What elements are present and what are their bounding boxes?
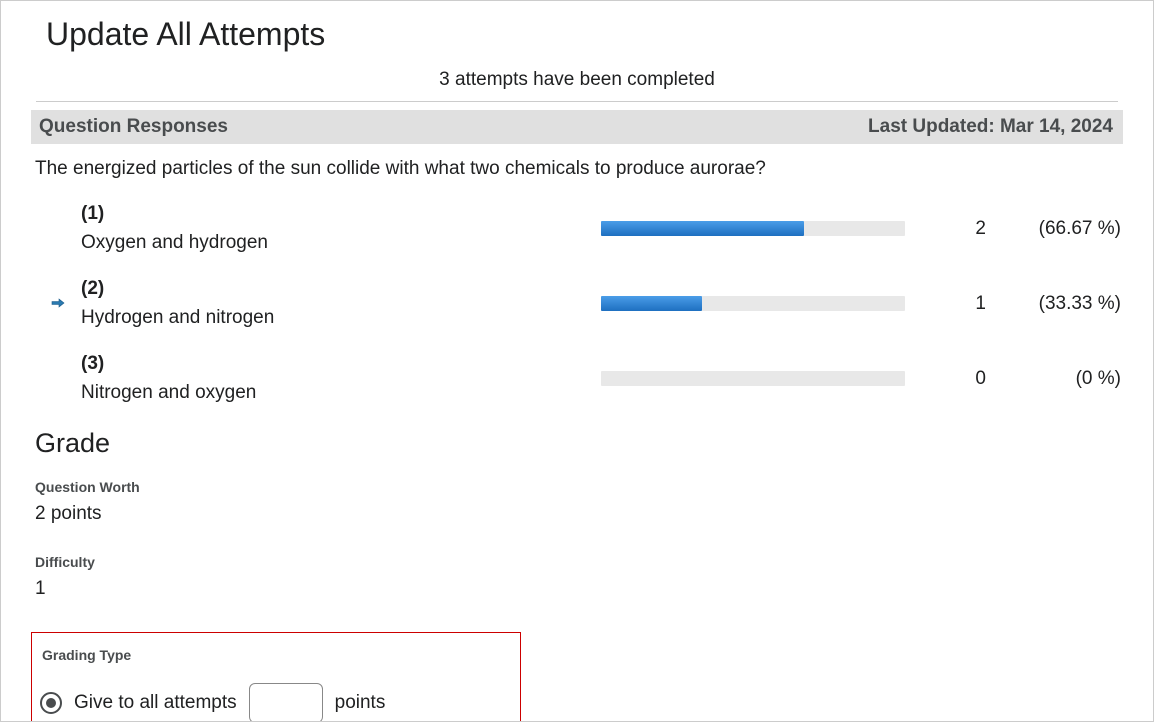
answer-text: Nitrogen and oxygen — [81, 379, 601, 408]
bar-col — [601, 296, 931, 311]
grading-type-section: Grading Type Give to all attempts points… — [31, 632, 521, 722]
answer-number: (3) — [81, 350, 601, 379]
grading-type-label: Grading Type — [38, 647, 504, 681]
response-pct: (66.67 %) — [991, 218, 1121, 240]
attempts-subtitle: 3 attempts have been completed — [1, 67, 1153, 101]
response-pct: (33.33 %) — [991, 293, 1121, 315]
bar-col — [601, 221, 931, 236]
last-updated: Last Updated: Mar 14, 2024 — [868, 116, 1113, 138]
response-row: (3) Nitrogen and oxygen 0 (0 %) — [35, 345, 1123, 420]
section-title: Question Responses — [39, 116, 228, 138]
answer-col: (2) Hydrogen and nitrogen — [81, 275, 601, 332]
arrow-right-icon — [51, 297, 65, 311]
difficulty-value: 1 — [35, 578, 1118, 615]
response-row: (2) Hydrogen and nitrogen 1 (33.33 %) — [35, 270, 1123, 345]
question-worth-label: Question Worth — [35, 479, 1118, 503]
indicator-col — [35, 297, 81, 311]
question-worth-block: Question Worth 2 points — [1, 467, 1153, 542]
difficulty-label: Difficulty — [35, 554, 1118, 578]
divider — [36, 101, 1118, 102]
response-count: 2 — [931, 218, 991, 240]
page-title: Update All Attempts — [1, 1, 1153, 67]
page-container: Update All Attempts 3 attempts have been… — [0, 0, 1154, 722]
answer-col: (3) Nitrogen and oxygen — [81, 350, 601, 407]
answer-text: Hydrogen and nitrogen — [81, 304, 601, 333]
progress-bar-fill — [601, 296, 702, 311]
response-row: (1) Oxygen and hydrogen 2 (66.67 %) — [35, 195, 1123, 270]
radio-label-all: Give to all attempts — [74, 692, 237, 714]
radio-selected-icon — [46, 698, 56, 708]
response-count: 1 — [931, 293, 991, 315]
grade-heading: Grade — [1, 420, 1153, 467]
answer-text: Oxygen and hydrogen — [81, 229, 601, 258]
grading-option-all[interactable]: Give to all attempts points — [38, 681, 504, 722]
question-text: The energized particles of the sun colli… — [1, 144, 1153, 195]
difficulty-block: Difficulty 1 — [1, 542, 1153, 617]
question-worth-value: 2 points — [35, 503, 1118, 540]
answer-number: (2) — [81, 275, 601, 304]
section-header: Question Responses Last Updated: Mar 14,… — [31, 110, 1123, 144]
answer-col: (1) Oxygen and hydrogen — [81, 200, 601, 257]
progress-bar — [601, 371, 905, 386]
responses-list: (1) Oxygen and hydrogen 2 (66.67 %) ( — [1, 195, 1153, 420]
response-pct: (0 %) — [991, 368, 1121, 390]
response-count: 0 — [931, 368, 991, 390]
progress-bar — [601, 296, 905, 311]
progress-bar-fill — [601, 221, 804, 236]
points-input-all[interactable] — [249, 683, 323, 722]
radio-all-attempts[interactable] — [40, 692, 62, 714]
bar-col — [601, 371, 931, 386]
answer-number: (1) — [81, 200, 601, 229]
points-label: points — [335, 692, 386, 714]
progress-bar — [601, 221, 905, 236]
